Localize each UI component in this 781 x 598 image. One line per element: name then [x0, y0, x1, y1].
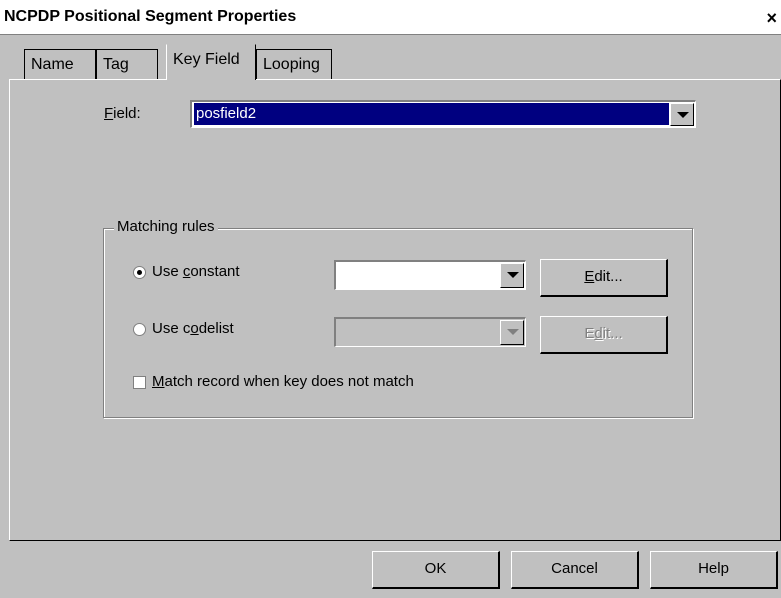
codelist-select-value — [338, 320, 499, 344]
tab-name-label: Name — [31, 56, 74, 73]
match-record-label[interactable]: Match record when key does not match — [152, 373, 414, 390]
tab-key-field[interactable]: Key Field — [166, 44, 256, 80]
tab-tag-label: Tag — [103, 56, 129, 73]
chevron-down-icon[interactable] — [670, 103, 694, 126]
use-constant-radio[interactable] — [133, 266, 146, 279]
field-select-value: posfield2 — [194, 103, 669, 125]
title-bar: NCPDP Positional Segment Properties × — [0, 0, 781, 35]
use-constant-label[interactable]: Use constant — [152, 263, 240, 280]
window-title: NCPDP Positional Segment Properties — [4, 8, 297, 25]
constant-select-value — [338, 263, 499, 287]
field-label: Field: — [104, 105, 141, 122]
use-codelist-radio[interactable] — [133, 323, 146, 336]
field-select[interactable]: posfield2 — [190, 100, 696, 128]
constant-select[interactable] — [334, 260, 526, 290]
matching-rules-legend: Matching rules — [114, 218, 218, 235]
ok-button[interactable]: OK — [372, 551, 500, 589]
chevron-down-icon — [500, 320, 524, 345]
help-button[interactable]: Help — [650, 551, 778, 589]
tab-key-field-label: Key Field — [173, 51, 240, 68]
chevron-down-icon[interactable] — [500, 263, 524, 288]
use-codelist-label[interactable]: Use codelist — [152, 320, 234, 337]
tab-looping[interactable]: Looping — [256, 49, 332, 79]
tab-tag[interactable]: Tag — [96, 49, 158, 79]
tab-name[interactable]: Name — [24, 49, 96, 79]
tab-looping-label: Looping — [263, 56, 320, 73]
close-icon[interactable]: × — [766, 9, 777, 27]
cancel-button[interactable]: Cancel — [511, 551, 639, 589]
codelist-select — [334, 317, 526, 347]
edit-constant-button[interactable]: Edit... — [540, 259, 668, 297]
edit-codelist-button: Edit... — [540, 316, 668, 354]
match-record-checkbox[interactable] — [133, 376, 146, 389]
